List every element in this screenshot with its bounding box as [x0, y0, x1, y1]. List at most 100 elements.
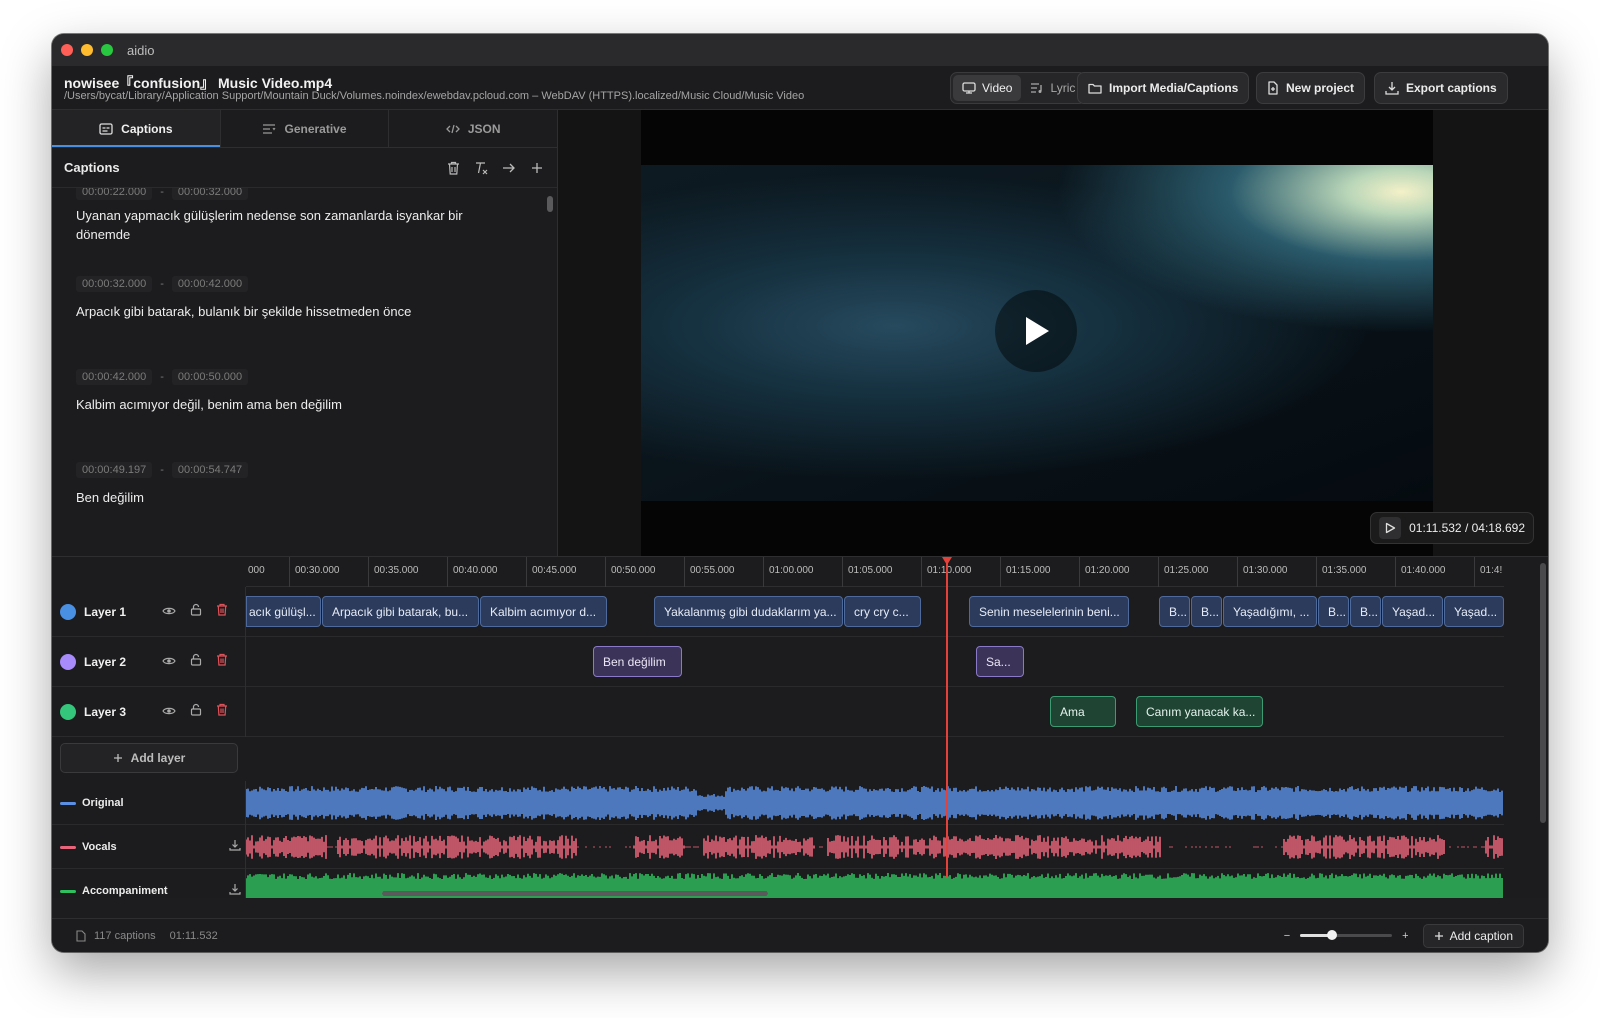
caption-item[interactable]: 00:00:42.000-00:00:50.000 Kalbim acımıyo… [76, 369, 516, 414]
caption-clip[interactable]: Yaşad... [1382, 596, 1443, 627]
ruler-tick: 00:30.000 [289, 557, 340, 587]
playhead-handle[interactable] [942, 557, 952, 565]
playhead[interactable] [942, 557, 952, 877]
code-icon [445, 124, 460, 133]
caption-clip[interactable]: Canım yanacak ka... [1136, 696, 1263, 727]
caption-end-time[interactable]: 00:00:50.000 [171, 369, 249, 385]
caption-clip[interactable]: B... [1318, 596, 1349, 627]
caption-text[interactable]: Kalbim acımıyor değil, benim ama ben değ… [76, 395, 516, 414]
ruler-tick: 000 [248, 565, 265, 576]
caption-clip[interactable]: Arpacık gibi batarak, bu... [322, 596, 479, 627]
export-captions-button[interactable]: Export captions [1374, 72, 1508, 104]
tab-captions-label: Captions [121, 121, 173, 136]
delete-caption-button[interactable] [445, 160, 461, 176]
layer-color-dot[interactable] [60, 704, 76, 720]
lock-toggle[interactable] [190, 703, 202, 721]
shift-captions-button[interactable] [501, 160, 517, 176]
import-media-button[interactable]: Import Media/Captions [1077, 72, 1250, 104]
plus-icon [532, 162, 542, 173]
small-play-button[interactable] [1379, 517, 1402, 539]
waveform-original[interactable] [246, 781, 1504, 825]
zoom-slider-handle[interactable] [1327, 930, 1338, 940]
caption-start-time[interactable]: 00:00:42.000 [76, 369, 153, 385]
zoom-window-button[interactable] [101, 44, 113, 56]
visibility-toggle[interactable] [162, 603, 176, 621]
delete-layer-button[interactable] [216, 703, 228, 721]
tab-captions[interactable]: Captions [52, 110, 221, 147]
caption-clip[interactable]: B... [1350, 596, 1381, 627]
close-window-button[interactable] [61, 44, 73, 56]
download-track-button[interactable] [229, 883, 241, 898]
add-layer-button[interactable]: Add layer [60, 743, 238, 773]
caption-text[interactable]: Ben değilim [76, 488, 516, 507]
timeline: 000 00:30.000 00:35.000 00:40.000 00:45.… [52, 556, 1548, 898]
track-name: Vocals [82, 841, 117, 853]
download-track-button[interactable] [229, 839, 241, 854]
add-caption-top-button[interactable] [529, 160, 545, 176]
time-separator: - [160, 464, 164, 476]
trash-icon [447, 161, 459, 175]
captions-scrollbar[interactable] [547, 196, 553, 212]
visibility-toggle[interactable] [162, 653, 176, 671]
unlock-icon [190, 653, 202, 666]
caption-clip[interactable]: Senin meselelerinin beni... [969, 596, 1129, 627]
layer-name[interactable]: Layer 1 [84, 605, 162, 619]
caption-clip[interactable]: Yaşad... [1444, 596, 1504, 627]
video-view-button[interactable]: Video [953, 75, 1022, 101]
layer-color-dot[interactable] [60, 654, 76, 670]
zoom-control: − + [1284, 930, 1409, 942]
ruler-tick: 00:45.000 [526, 557, 577, 587]
caption-text[interactable]: Uyanan yapmacık gülüşlerim nedense son z… [76, 206, 516, 244]
time-ruler[interactable]: 000 00:30.000 00:35.000 00:40.000 00:45.… [246, 557, 1504, 587]
caption-clip[interactable]: B... [1159, 596, 1190, 627]
waveform-bars [246, 835, 1503, 859]
caption-end-time[interactable]: 00:00:32.000 [171, 188, 249, 200]
caption-clip[interactable]: Ben değilim [593, 646, 682, 677]
caption-item[interactable]: 00:00:49.197-00:00:54.747 Ben değilim [76, 462, 516, 507]
delete-layer-button[interactable] [216, 603, 228, 621]
caption-end-time[interactable]: 00:00:54.747 [171, 462, 249, 478]
new-project-button[interactable]: New project [1256, 72, 1366, 104]
caption-clip[interactable]: B... [1191, 596, 1222, 627]
caption-clip[interactable]: Ama [1050, 696, 1116, 727]
layer-color-dot[interactable] [60, 604, 76, 620]
caption-clip[interactable]: Yakalanmış gibi dudaklarım ya... [654, 596, 843, 627]
minimize-window-button[interactable] [81, 44, 93, 56]
play-button[interactable] [995, 290, 1077, 372]
caption-start-time[interactable]: 00:00:22.000 [76, 188, 153, 200]
visibility-toggle[interactable] [162, 703, 176, 721]
waveform-vocals[interactable] [246, 825, 1504, 869]
caption-item[interactable]: 00:00:22.000-00:00:32.000 Uyanan yapmacı… [76, 188, 516, 244]
delete-layer-button[interactable] [216, 653, 228, 671]
lock-toggle[interactable] [190, 653, 202, 671]
zoom-in-button[interactable]: + [1402, 930, 1408, 942]
folder-icon [1088, 83, 1102, 94]
caption-clip[interactable]: Sa... [976, 646, 1024, 677]
tab-json[interactable]: JSON [389, 110, 557, 147]
caption-clip[interactable]: cry cry c... [844, 596, 921, 627]
caption-clip[interactable]: Yaşadığımı, ... [1223, 596, 1317, 627]
caption-item[interactable]: 00:00:32.000-00:00:42.000 Arpacık gibi b… [76, 276, 516, 321]
layer-name[interactable]: Layer 2 [84, 655, 162, 669]
tab-generative[interactable]: Generative [221, 110, 390, 147]
plus-icon [1434, 931, 1443, 940]
caption-start-time[interactable]: 00:00:32.000 [76, 276, 153, 292]
download-icon [1385, 82, 1399, 95]
caption-end-time[interactable]: 00:00:42.000 [171, 276, 249, 292]
lyric-view-button[interactable]: Lyric [1021, 75, 1084, 101]
captions-title: Captions [64, 160, 120, 175]
zoom-slider[interactable] [1300, 930, 1393, 940]
clear-format-button[interactable] [473, 160, 489, 176]
caption-clip[interactable]: acık gülüşl... [246, 596, 321, 627]
zoom-out-button[interactable]: − [1284, 930, 1290, 942]
video-frame[interactable] [641, 110, 1433, 556]
lock-toggle[interactable] [190, 603, 202, 621]
timeline-vertical-scrollbar[interactable] [1540, 563, 1546, 823]
add-caption-button[interactable]: Add caption [1422, 923, 1524, 948]
caption-clip[interactable]: Kalbim acımıyor d... [480, 596, 607, 627]
eye-icon [162, 707, 176, 715]
caption-start-time[interactable]: 00:00:49.197 [76, 462, 153, 478]
layer-name[interactable]: Layer 3 [84, 705, 162, 719]
timeline-horizontal-scrollbar[interactable] [382, 891, 768, 896]
caption-text[interactable]: Arpacık gibi batarak, bulanık bir şekild… [76, 302, 516, 321]
